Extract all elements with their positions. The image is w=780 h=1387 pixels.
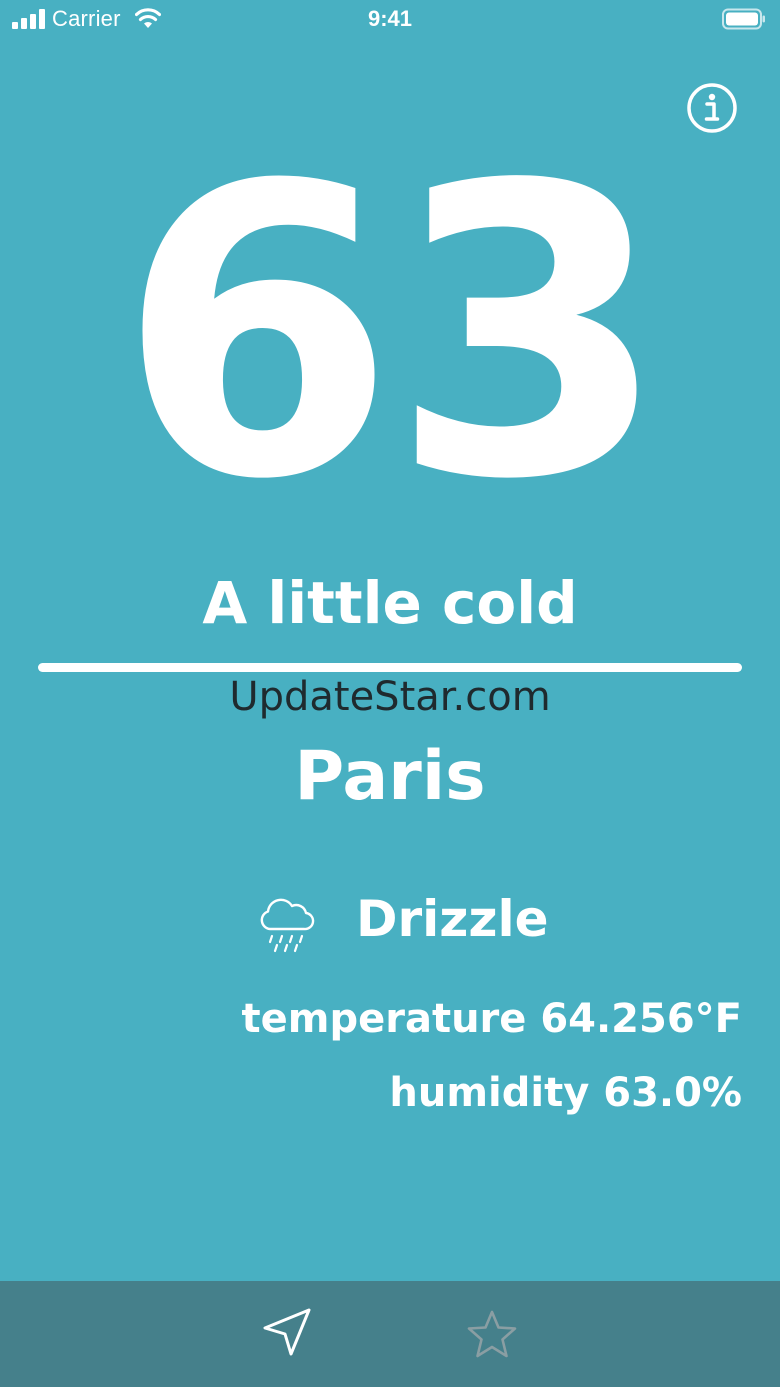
temperature-detail: temperature 64.256°F [241, 996, 742, 1042]
drizzle-cloud-icon [260, 898, 315, 953]
info-button[interactable] [686, 82, 738, 134]
city-name: Paris [294, 737, 486, 816]
location-arrow-icon[interactable] [260, 1305, 314, 1359]
feel-label: A little cold [202, 569, 578, 637]
condition-label: Drizzle [356, 890, 549, 948]
status-bar: Carrier 9:41 [0, 0, 780, 40]
temperature-display: 63 [117, 102, 669, 567]
watermark: UpdateStar.com [229, 674, 551, 720]
divider [38, 663, 742, 672]
tab-bar [0, 1281, 780, 1387]
status-time: 9:41 [367, 6, 413, 31]
battery-icon [722, 8, 765, 30]
humidity-detail: humidity 63.0% [389, 1070, 742, 1116]
star-icon[interactable] [466, 1309, 518, 1359]
